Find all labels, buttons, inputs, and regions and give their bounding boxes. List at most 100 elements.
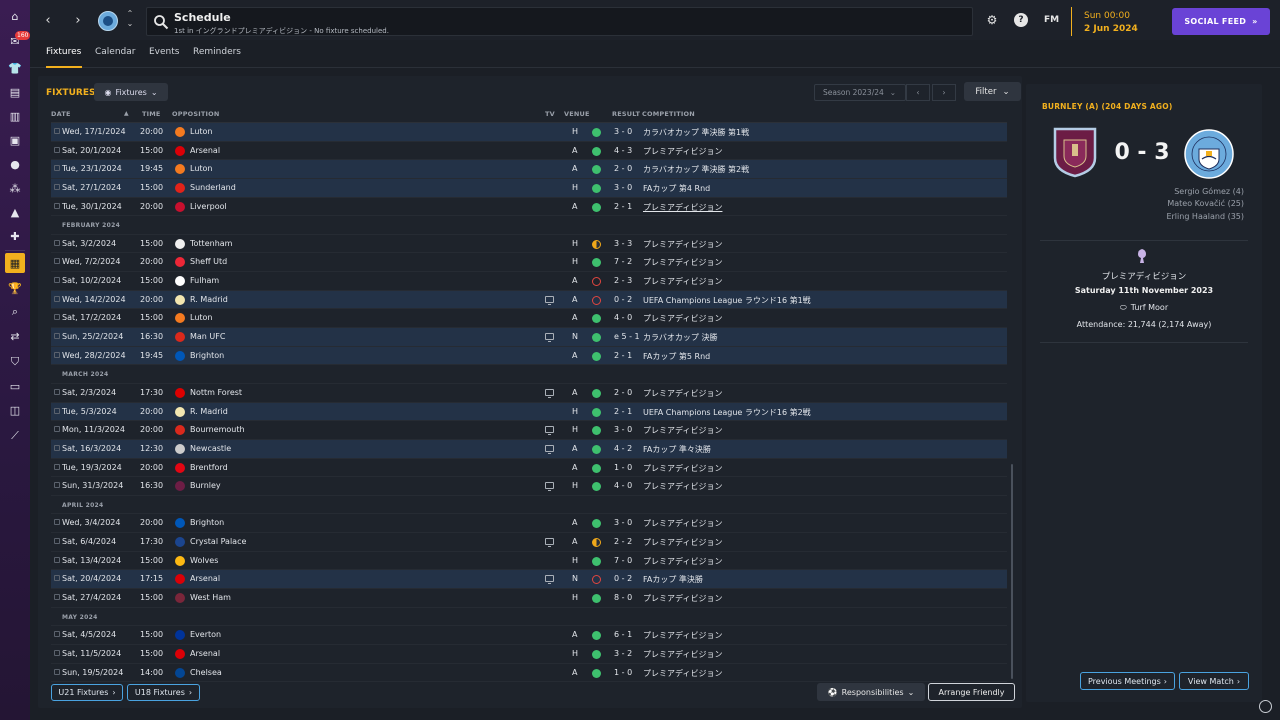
fixture-result[interactable]: 7 - 0 <box>614 556 632 565</box>
shield-icon[interactable]: ⛉ <box>7 354 23 370</box>
row-checkbox[interactable] <box>54 314 60 321</box>
row-checkbox[interactable] <box>54 649 60 656</box>
fixture-competition[interactable]: カラバオカップ 準決勝 第1戦 <box>643 127 749 138</box>
fixture-row[interactable]: Tue, 19/3/2024 20:00 Brentford A 1 - 0 プレミアディ… <box>51 459 1007 478</box>
u21-fixtures-button[interactable]: U21 Fixtures › <box>51 684 123 701</box>
row-checkbox[interactable] <box>54 519 60 526</box>
scorer[interactable]: Mateo Kovačić (25) <box>1166 198 1244 210</box>
fixture-opposition[interactable]: Crystal Palace <box>190 537 246 546</box>
row-checkbox[interactable] <box>54 444 60 451</box>
tab-reminders[interactable]: Reminders <box>193 47 241 57</box>
row-checkbox[interactable] <box>54 463 60 470</box>
fixture-competition[interactable]: プレミアディビジョン <box>643 537 722 548</box>
fixture-competition[interactable]: FAカップ 第5 Rnd <box>643 351 710 362</box>
medical-icon[interactable]: ✚ <box>7 228 23 244</box>
fixture-opposition[interactable]: Burnley <box>190 481 221 490</box>
scorer[interactable]: Erling Haaland (35) <box>1166 211 1244 223</box>
fixture-row[interactable]: Sat, 17/2/2024 15:00 Luton A 4 - 0 プレミアディビジョン <box>51 309 1007 329</box>
row-checkbox[interactable] <box>54 277 60 284</box>
squad-icon[interactable]: 👕 <box>7 60 23 76</box>
forward-arrow-icon[interactable]: › <box>70 12 86 28</box>
fixture-row[interactable]: Wed, 14/2/2024 20:00 R. Madrid A 0 - 2 UEFA C… <box>51 290 1007 310</box>
staff-icon[interactable]: ▣ <box>7 132 23 148</box>
row-checkbox[interactable] <box>54 165 60 172</box>
season-selector[interactable]: Season 2023/24 ⌄ <box>814 84 906 101</box>
fixture-row[interactable]: Wed, 7/2/2024 20:00 Sheff Utd H 7 - 2 プレミアディビ… <box>51 253 1007 273</box>
col-tv[interactable]: TV <box>545 110 555 118</box>
club-icon[interactable]: ● <box>7 156 23 172</box>
fixture-opposition[interactable]: Wolves <box>190 556 218 565</box>
row-checkbox[interactable] <box>54 351 60 358</box>
clipboard-icon[interactable]: ▥ <box>7 108 23 124</box>
fixture-row[interactable]: Sat, 6/4/2024 17:30 Crystal Palace A 2 - 2 プレ… <box>51 533 1007 552</box>
transfers-icon[interactable]: ⇄ <box>7 328 23 344</box>
fixture-result[interactable]: 4 - 2 <box>614 444 632 453</box>
col-venue[interactable]: VENUE <box>564 110 590 118</box>
fixture-opposition[interactable]: Luton <box>190 127 213 136</box>
fixture-row[interactable]: Sat, 16/3/2024 12:30 Newcastle A 4 - 2 FAカップ … <box>51 439 1007 459</box>
scouting-icon[interactable]: ⌕ <box>7 304 23 320</box>
report-icon[interactable]: ▤ <box>7 84 23 100</box>
fixture-competition[interactable]: プレミアディビジョン <box>643 313 722 324</box>
fixture-result[interactable]: 4 - 0 <box>614 313 632 322</box>
filter-button[interactable]: Filter ⌄ <box>964 82 1021 101</box>
row-checkbox[interactable] <box>54 407 60 414</box>
fixture-competition[interactable]: プレミアディビジョン <box>643 630 722 641</box>
fixture-result[interactable]: 3 - 0 <box>614 518 632 527</box>
fixture-row[interactable]: Sat, 2/3/2024 17:30 Nottm Forest A 2 - 0 プレミア… <box>51 384 1007 403</box>
fixture-competition[interactable]: プレミアディビジョン <box>643 276 722 287</box>
fixture-competition[interactable]: プレミアディビジョン <box>643 146 722 157</box>
fixture-competition[interactable]: プレミアディビジョン <box>643 463 722 474</box>
fixture-result[interactable]: 8 - 0 <box>614 593 632 602</box>
row-checkbox[interactable] <box>54 258 60 265</box>
fixture-opposition[interactable]: Brighton <box>190 518 224 527</box>
fixture-result[interactable]: 1 - 0 <box>614 463 632 472</box>
fixture-opposition[interactable]: Tottenham <box>190 239 232 248</box>
fixture-result[interactable]: 3 - 3 <box>614 239 632 248</box>
loading-icon[interactable] <box>1259 700 1272 713</box>
fixture-result[interactable]: 2 - 1 <box>614 407 632 416</box>
fixture-row[interactable]: Sun, 25/2/2024 16:30 Man UFC Ne 5 - 1 カラバオカッ… <box>51 328 1007 347</box>
fixture-competition[interactable]: プレミアディビジョン <box>643 649 722 660</box>
fixture-row[interactable]: Sat, 11/5/2024 15:00 Arsenal H 3 - 2 プレミアディビジ… <box>51 645 1007 664</box>
fixture-row[interactable]: Sat, 27/1/2024 15:00 Sunderland H 3 - 0 FAカップ… <box>51 178 1007 198</box>
col-opposition[interactable]: OPPOSITION <box>172 110 220 118</box>
fixture-result[interactable]: 3 - 0 <box>614 425 632 434</box>
previous-meetings-button[interactable]: Previous Meetings › <box>1080 672 1175 690</box>
fixture-opposition[interactable]: R. Madrid <box>190 407 228 416</box>
fixture-row[interactable]: Wed, 17/1/2024 20:00 Luton H 3 - 0 カラバオカップ 準決… <box>51 123 1007 142</box>
back-arrow-icon[interactable]: ‹ <box>40 12 56 28</box>
fixture-competition[interactable]: プレミアディビジョン <box>643 593 722 604</box>
game-date[interactable]: Sun 00:00 2 Jun 2024 <box>1071 7 1166 36</box>
fixture-opposition[interactable]: Brentford <box>190 463 228 472</box>
fixture-result[interactable]: 0 - 2 <box>614 574 632 583</box>
fixture-row[interactable]: Wed, 3/4/2024 20:00 Brighton A 3 - 0 プレミアディビジ… <box>51 514 1007 534</box>
row-checkbox[interactable] <box>54 668 60 675</box>
home-icon[interactable]: ⌂ <box>7 8 23 24</box>
fixture-result[interactable]: 2 - 3 <box>614 276 632 285</box>
fixture-opposition[interactable]: Everton <box>190 630 221 639</box>
fixture-competition[interactable]: UEFA Champions League ラウンド16 第2戦 <box>643 407 811 418</box>
row-checkbox[interactable] <box>54 482 60 489</box>
fixture-competition[interactable]: プレミアディビジョン <box>643 202 722 213</box>
dressing-room-icon[interactable]: ⚙ <box>985 13 999 27</box>
fixture-row[interactable]: Tue, 30/1/2024 20:00 Liverpool A 2 - 1 プレミアディ… <box>51 198 1007 217</box>
col-competition[interactable]: COMPETITION <box>642 110 695 118</box>
fixture-result[interactable]: 2 - 1 <box>614 202 632 211</box>
fixture-row[interactable]: Sat, 3/2/2024 15:00 Tottenham H 3 - 3 プレミアディビ… <box>51 235 1007 254</box>
row-checkbox[interactable] <box>54 295 60 302</box>
scorer[interactable]: Sergio Gómez (4) <box>1166 186 1244 198</box>
fixture-result[interactable]: 3 - 0 <box>614 127 632 136</box>
fixture-competition[interactable]: カラバオカップ 決勝 <box>643 332 717 343</box>
fixture-opposition[interactable]: Arsenal <box>190 574 220 583</box>
fixture-opposition[interactable]: Luton <box>190 164 213 173</box>
row-checkbox[interactable] <box>54 333 60 340</box>
view-dropdown[interactable]: ◉ Fixtures ⌄ <box>94 83 168 101</box>
fixture-result[interactable]: 2 - 0 <box>614 164 632 173</box>
fixture-competition[interactable]: カラバオカップ 準決勝 第2戦 <box>643 164 749 175</box>
view-match-button[interactable]: View Match › <box>1179 672 1249 690</box>
next-season-button[interactable]: › <box>932 84 956 101</box>
fixture-row[interactable]: Sat, 10/2/2024 15:00 Fulham A 2 - 3 プレミアディビジョ… <box>51 272 1007 291</box>
fixture-competition[interactable]: プレミアディビジョン <box>643 425 722 436</box>
row-checkbox[interactable] <box>54 183 60 190</box>
